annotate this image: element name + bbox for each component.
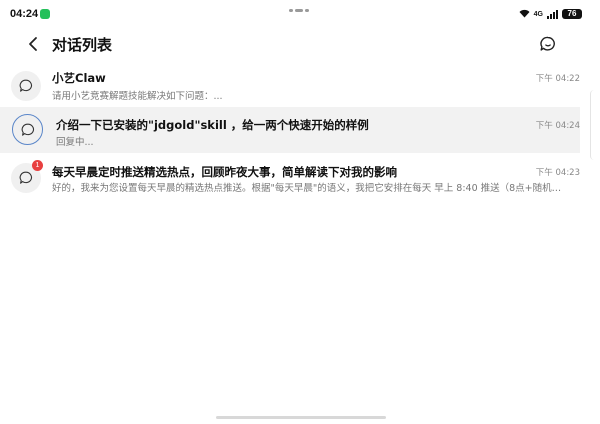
status-indicators: 4G 76	[519, 8, 582, 20]
conversation-item[interactable]: 小艺Claw 下午 04:22 请用小艺竞赛解题技能解决如下问题：...	[0, 66, 580, 104]
side-panel-handle[interactable]	[590, 90, 600, 160]
unread-badge: 1	[32, 160, 43, 171]
conversation-avatar	[12, 114, 43, 145]
chevron-left-icon	[29, 37, 37, 51]
conversation-preview: 好的，我来为您设置每天早晨的精选热点推送。根据"每天早晨"的语义，我把它安排在每…	[52, 183, 570, 194]
conversation-preview: 请用小艺竞赛解题技能解决如下问题：...	[52, 91, 223, 102]
signal-bars-icon	[547, 9, 558, 19]
battery-icon: 76	[562, 9, 582, 19]
page-title: 对话列表	[52, 36, 113, 54]
multitask-dots-icon[interactable]	[289, 9, 311, 27]
conversation-preview: 回复中...	[56, 137, 94, 148]
conversation-title: 每天早晨定时推送精选热点，回顾昨夜大事，简单解读下对我的影响	[52, 165, 397, 179]
conversation-item-selected[interactable]: 介绍一下已安装的"jdgold"skill ，给一两个快速开始的样例 下午 04…	[0, 107, 580, 153]
status-time: 04:24	[10, 8, 39, 20]
conversation-time: 下午 04:22	[535, 74, 580, 84]
new-chat-button[interactable]	[536, 32, 560, 56]
conversation-time: 下午 04:23	[535, 168, 580, 178]
chat-bubble-icon	[540, 36, 555, 51]
conversation-item[interactable]: 1 每天早晨定时推送精选热点，回顾昨夜大事，简单解读下对我的影响 下午 04:2…	[0, 158, 580, 196]
network-type: 4G	[533, 10, 543, 18]
status-bar: 04:24 4G 76	[0, 0, 600, 28]
chat-bubble-icon	[19, 79, 32, 92]
header: 对话列表	[0, 28, 600, 60]
conversation-time: 下午 04:24	[535, 121, 580, 131]
conversation-avatar	[11, 71, 41, 101]
chat-bubble-icon	[19, 171, 32, 184]
conversation-title: 小艺Claw	[52, 71, 106, 85]
home-indicator[interactable]	[216, 416, 386, 419]
screen: 04:24 4G 76 对话列表 小艺Claw 下午 04:22 请用小艺竞赛解…	[0, 0, 600, 424]
wechat-icon	[40, 9, 50, 19]
back-button[interactable]	[23, 33, 45, 55]
chat-bubble-icon	[21, 123, 34, 136]
wifi-icon	[519, 9, 530, 20]
conversation-title: 介绍一下已安装的"jdgold"skill ，给一两个快速开始的样例	[56, 118, 369, 132]
